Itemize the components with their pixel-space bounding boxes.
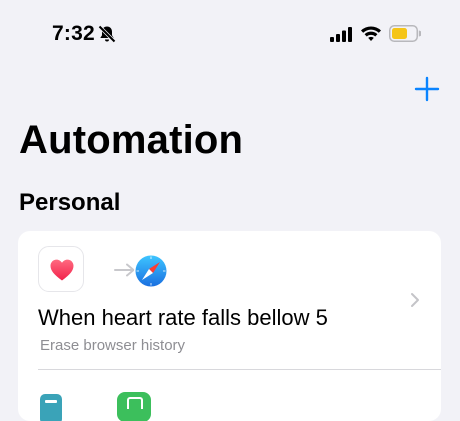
bell-muted-icon: [97, 24, 117, 44]
automation-list: When heart rate falls bellow 5 Erase bro…: [18, 231, 441, 421]
notes-icon: [40, 394, 62, 421]
status-time: 7:32: [52, 22, 95, 45]
automation-title: When heart rate falls bellow 5: [38, 305, 328, 330]
home-icon: [117, 392, 151, 421]
status-bar: 7:32: [0, 0, 460, 68]
automation-subtitle: Erase browser history: [40, 337, 186, 354]
health-heart-icon: [38, 246, 84, 292]
automation-item[interactable]: When heart rate falls bellow 5 Erase bro…: [18, 231, 441, 369]
safari-compass-icon: [133, 253, 169, 289]
section-title: Personal: [19, 189, 121, 216]
automation-item[interactable]: [18, 370, 441, 421]
cellular-signal-icon: [330, 27, 354, 42]
plus-icon[interactable]: [414, 76, 440, 102]
page-title: Automation: [19, 118, 244, 162]
wifi-icon: [360, 24, 382, 42]
battery-icon: [389, 25, 422, 42]
chevron-right-icon: [410, 292, 420, 308]
